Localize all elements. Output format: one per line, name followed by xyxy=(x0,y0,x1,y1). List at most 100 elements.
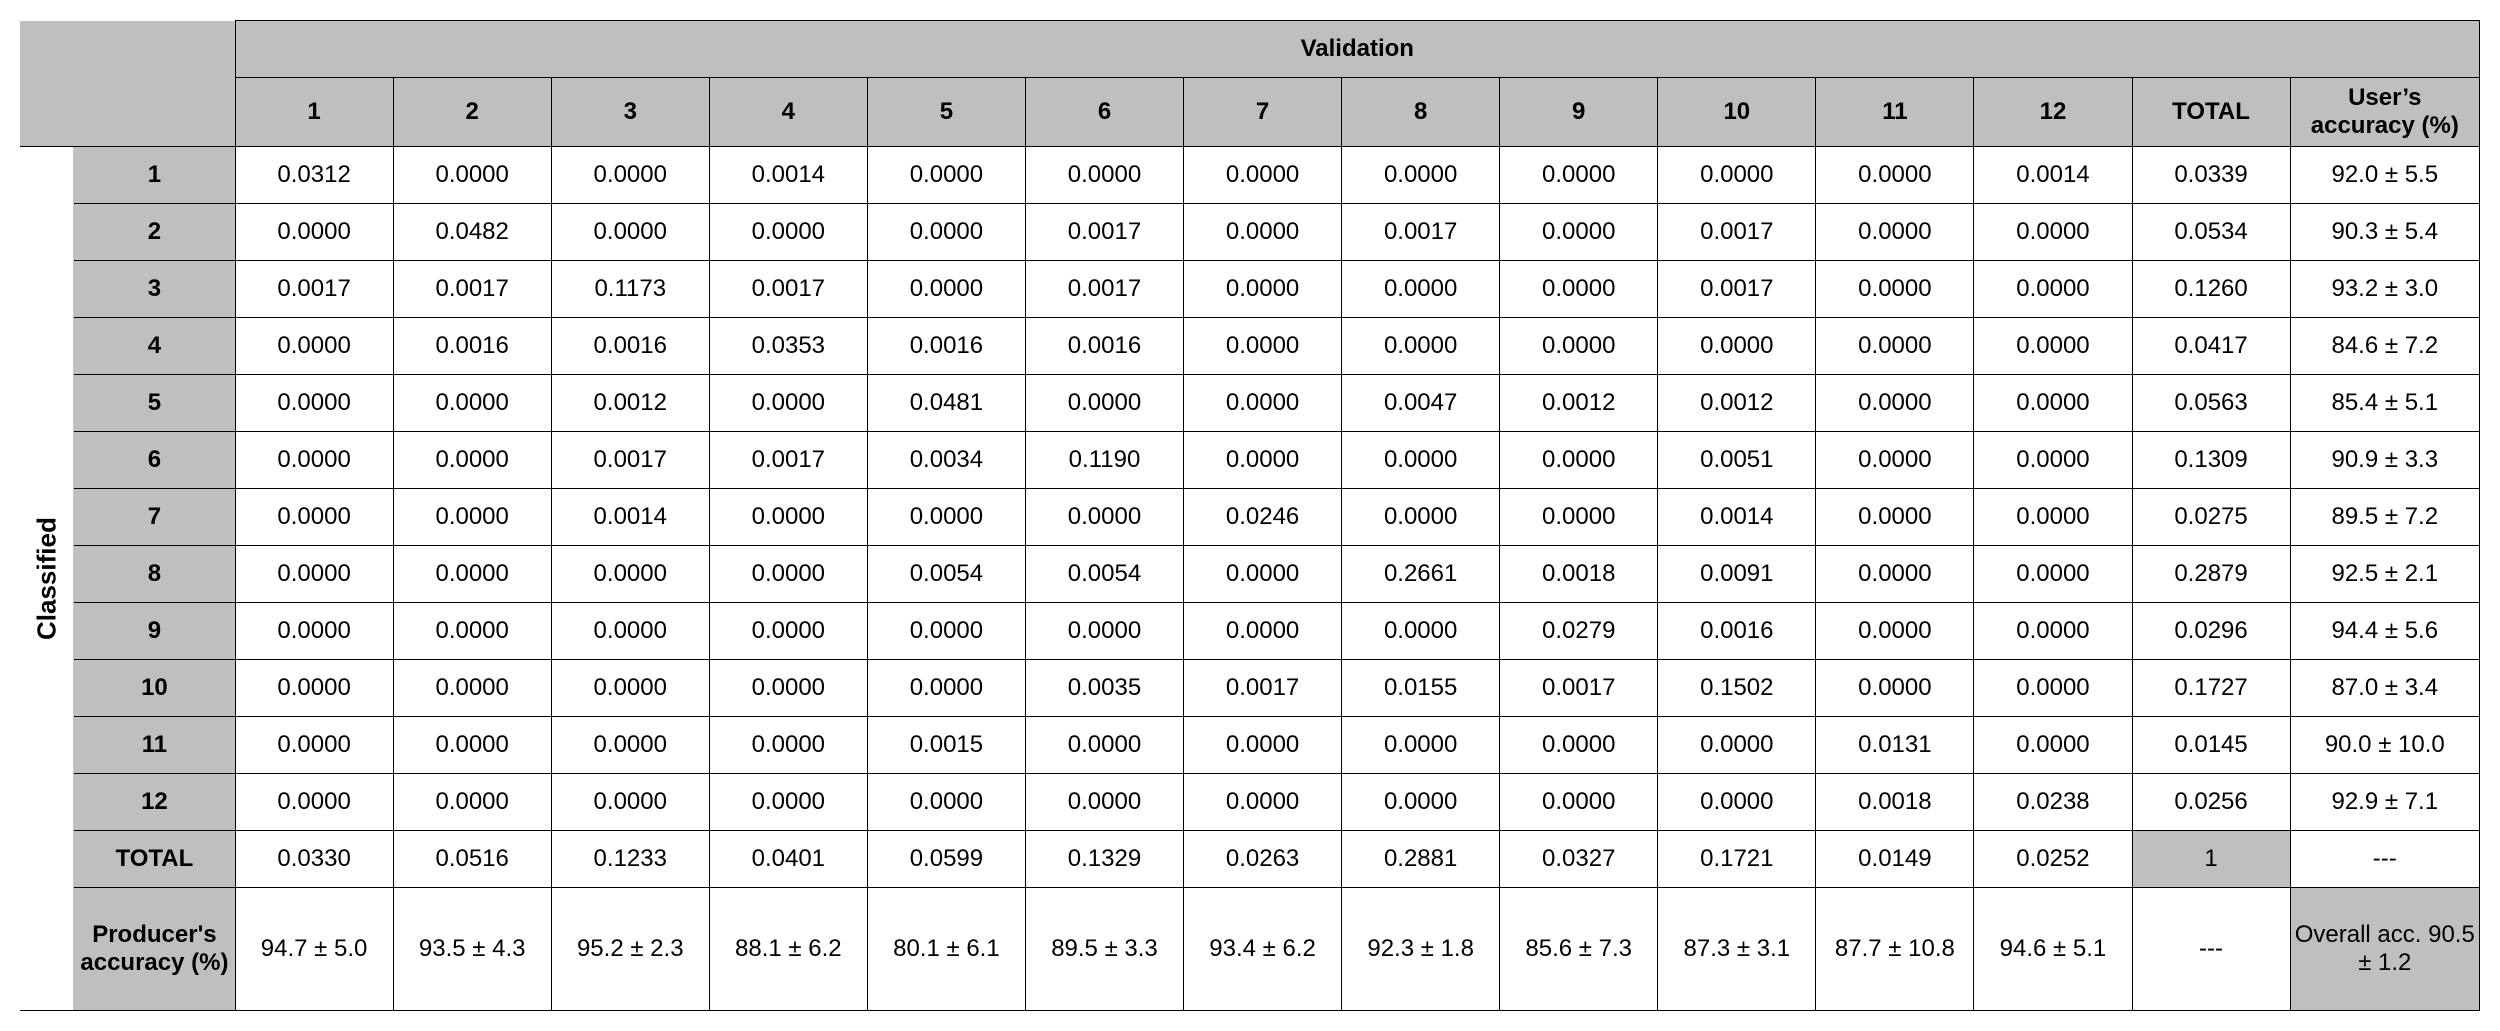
cell: 0.0279 xyxy=(1500,603,1658,660)
cell: 0.0000 xyxy=(1184,375,1342,432)
cell: 0.0401 xyxy=(709,831,867,888)
col-h-ua: User’s accuracy (%) xyxy=(2290,78,2479,147)
cell: 0.0000 xyxy=(551,204,709,261)
row-lbl-3: 3 xyxy=(74,261,235,318)
cell: 0.0054 xyxy=(867,546,1025,603)
col-h-8: 8 xyxy=(1342,78,1500,147)
cell: 0.0353 xyxy=(709,318,867,375)
cell: 0.0017 xyxy=(709,261,867,318)
cell: 0.0000 xyxy=(1184,204,1342,261)
cell: 0.0000 xyxy=(393,546,551,603)
cell: 0.0000 xyxy=(1974,546,2132,603)
cell: 0.0014 xyxy=(551,489,709,546)
cell: 0.0000 xyxy=(235,546,393,603)
overall-accuracy-cell: Overall acc. 90.5 ± 1.2 xyxy=(2290,888,2479,1011)
cell: 87.0 ± 3.4 xyxy=(2290,660,2479,717)
cell: 0.0000 xyxy=(1500,204,1658,261)
cell: 89.5 ± 3.3 xyxy=(1025,888,1183,1011)
cell: 0.0000 xyxy=(1816,375,1974,432)
cell: 0.0000 xyxy=(1658,717,1816,774)
cell: 0.0131 xyxy=(1816,717,1974,774)
cell: 0.0000 xyxy=(1342,432,1500,489)
cell: --- xyxy=(2290,831,2479,888)
cell: 0.0000 xyxy=(393,375,551,432)
cell: 0.0017 xyxy=(1342,204,1500,261)
cell: 0.0000 xyxy=(1816,546,1974,603)
cell: 0.0516 xyxy=(393,831,551,888)
cell: 0.0000 xyxy=(1658,147,1816,204)
col-h-1: 1 xyxy=(235,78,393,147)
table-row: 11 0.0000 0.0000 0.0000 0.0000 0.0015 0.… xyxy=(20,717,2480,774)
cell: 85.6 ± 7.3 xyxy=(1500,888,1658,1011)
cell: 88.1 ± 6.2 xyxy=(709,888,867,1011)
cell: 0.0000 xyxy=(235,204,393,261)
classified-label: Classified xyxy=(20,147,74,1011)
cell: 0.0417 xyxy=(2132,318,2290,375)
col-header-row: 1 2 3 4 5 6 7 8 9 10 11 12 TOTAL User’s … xyxy=(20,78,2480,147)
cell: 89.5 ± 7.2 xyxy=(2290,489,2479,546)
cell: 0.0000 xyxy=(1974,375,2132,432)
cell: 0.0000 xyxy=(1184,261,1342,318)
cell: 0.0482 xyxy=(393,204,551,261)
cell: 0.0000 xyxy=(1184,432,1342,489)
cell: 0.0017 xyxy=(235,261,393,318)
cell: 0.0000 xyxy=(1974,318,2132,375)
cell: 0.0000 xyxy=(1184,147,1342,204)
cell: 0.0000 xyxy=(1974,717,2132,774)
cell: 0.0000 xyxy=(1342,603,1500,660)
cell: 0.0015 xyxy=(867,717,1025,774)
cell: 0.0339 xyxy=(2132,147,2290,204)
row-lbl-1: 1 xyxy=(74,147,235,204)
table-row: 5 0.0000 0.0000 0.0012 0.0000 0.0481 0.0… xyxy=(20,375,2480,432)
cell: 0.0000 xyxy=(1025,774,1183,831)
col-h-11: 11 xyxy=(1816,78,1974,147)
cell: 0.2879 xyxy=(2132,546,2290,603)
cell: 0.0017 xyxy=(1658,261,1816,318)
cell: 0.0000 xyxy=(1974,261,2132,318)
cell: 0.0000 xyxy=(1974,603,2132,660)
cell: 95.2 ± 2.3 xyxy=(551,888,709,1011)
cell: 93.2 ± 3.0 xyxy=(2290,261,2479,318)
col-h-4: 4 xyxy=(709,78,867,147)
cell: 0.0000 xyxy=(1025,603,1183,660)
cell: 0.0327 xyxy=(1500,831,1658,888)
cell: 0.0000 xyxy=(235,375,393,432)
cell: 0.0000 xyxy=(393,489,551,546)
cell: 0.0000 xyxy=(1974,489,2132,546)
cell: 0.0149 xyxy=(1816,831,1974,888)
cell: 87.3 ± 3.1 xyxy=(1658,888,1816,1011)
table-row: 6 0.0000 0.0000 0.0017 0.0017 0.0034 0.1… xyxy=(20,432,2480,489)
cell: 0.0000 xyxy=(1816,489,1974,546)
row-lbl-8: 8 xyxy=(74,546,235,603)
cell: 0.0000 xyxy=(1342,147,1500,204)
table-row: 4 0.0000 0.0016 0.0016 0.0353 0.0016 0.0… xyxy=(20,318,2480,375)
cell: 0.0012 xyxy=(1500,375,1658,432)
cell: 0.0034 xyxy=(867,432,1025,489)
cell: 0.0000 xyxy=(1500,774,1658,831)
cell: 0.0000 xyxy=(1816,147,1974,204)
table-row: 10 0.0000 0.0000 0.0000 0.0000 0.0000 0.… xyxy=(20,660,2480,717)
cell: 0.0014 xyxy=(1974,147,2132,204)
cell: 0.0000 xyxy=(551,603,709,660)
cell: 0.0000 xyxy=(235,717,393,774)
table-row-producers: Producer's accuracy (%) 94.7 ± 5.0 93.5 … xyxy=(20,888,2480,1011)
cell: 0.0017 xyxy=(1500,660,1658,717)
cell: 0.0599 xyxy=(867,831,1025,888)
cell: 0.1721 xyxy=(1658,831,1816,888)
cell: 85.4 ± 5.1 xyxy=(2290,375,2479,432)
cell: 92.3 ± 1.8 xyxy=(1342,888,1500,1011)
cell: 0.1260 xyxy=(2132,261,2290,318)
row-lbl-10: 10 xyxy=(74,660,235,717)
cell: 0.0016 xyxy=(1025,318,1183,375)
cell: 0.1309 xyxy=(2132,432,2290,489)
cell: 0.0000 xyxy=(867,261,1025,318)
cell: 0.0000 xyxy=(1500,261,1658,318)
col-h-5: 5 xyxy=(867,78,1025,147)
cell: 92.5 ± 2.1 xyxy=(2290,546,2479,603)
cell: 0.0016 xyxy=(393,318,551,375)
cell: 0.0000 xyxy=(709,375,867,432)
cell: 0.0012 xyxy=(1658,375,1816,432)
cell: 0.0000 xyxy=(1500,717,1658,774)
cell: 0.0000 xyxy=(709,489,867,546)
cell: 0.0000 xyxy=(867,147,1025,204)
